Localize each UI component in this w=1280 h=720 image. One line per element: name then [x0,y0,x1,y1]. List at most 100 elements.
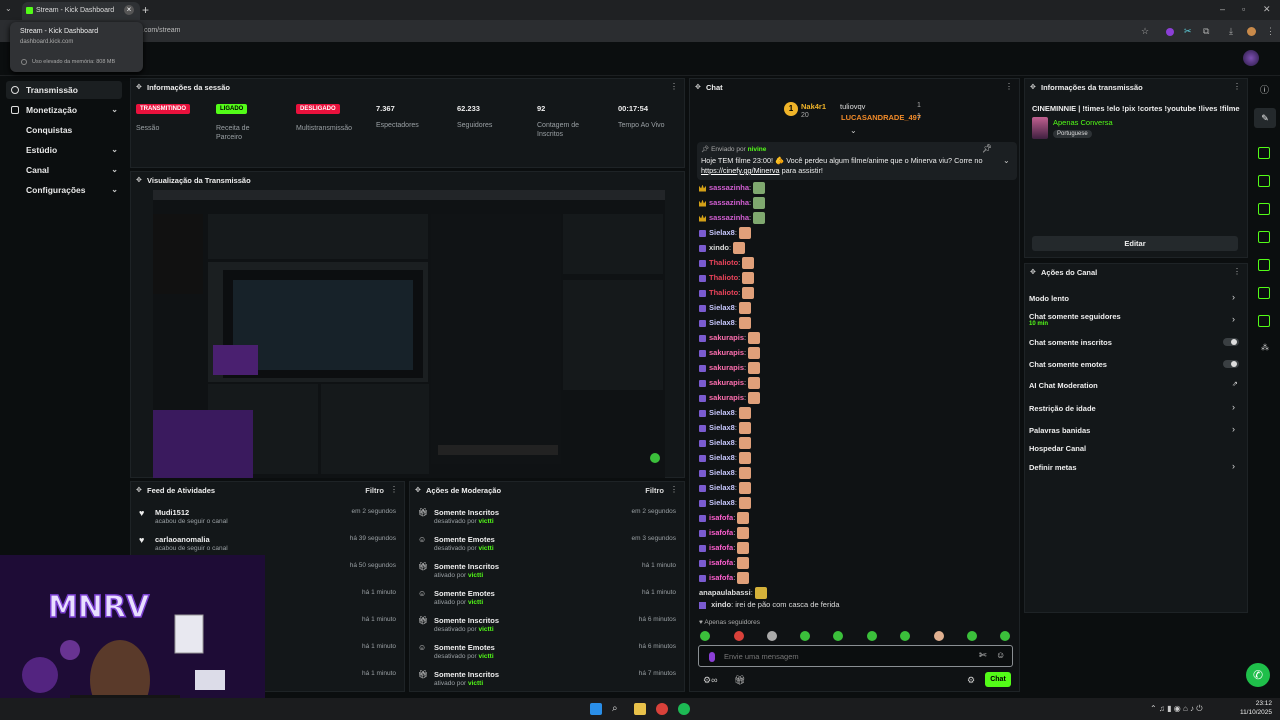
pin-icon[interactable]: 📌︎ [982,144,992,153]
gifter-name[interactable]: LUCASANDRADE_497 [841,113,921,122]
sidebar-item-monetizacao[interactable]: Monetização ⌄ [6,101,122,119]
file-explorer-icon[interactable] [634,703,646,715]
user-avatar[interactable] [1243,50,1259,66]
quick-emote-button[interactable] [1000,631,1010,641]
chat-username[interactable]: sassazinha [709,183,749,192]
url-text[interactable]: .com/stream [142,27,181,34]
rail-tool-icon[interactable] [1258,175,1270,187]
drag-handle-icon[interactable]: ✥ [136,486,142,494]
windows-start-icon[interactable] [590,703,602,715]
expand-leaderboard-icon[interactable]: ⌄ [850,126,857,135]
panel-menu-icon[interactable]: ⋮ [1005,82,1013,91]
spotify-icon[interactable] [678,703,690,715]
action-emotes-only[interactable]: Chat somente emotes [1029,360,1107,369]
drag-handle-icon[interactable]: ✥ [1030,268,1036,276]
chat-username[interactable]: sakurapis [709,378,744,387]
chat-username[interactable]: isafofa [709,528,733,537]
chevron-right-icon[interactable]: › [1232,402,1235,412]
chat-settings-icon[interactable]: ⚙︎ [967,675,975,686]
edit-layout-icon[interactable]: ✎ [1254,108,1276,128]
quick-emote-button[interactable] [734,631,744,641]
quick-emote-button[interactable] [934,631,944,641]
chat-username[interactable]: Sielax8 [709,498,735,507]
chat-username[interactable]: sakurapis [709,333,744,342]
extension-icon[interactable] [1166,28,1174,36]
panel-menu-icon[interactable]: ⋮ [670,485,678,494]
stream-category[interactable]: Apenas Conversa [1053,118,1113,127]
panel-menu-icon[interactable]: ⋮ [1233,82,1241,91]
chat-input[interactable]: Envie uma mensagem ✄ ☺ [698,645,1013,667]
collapse-pinned-icon[interactable]: ⌄ [1003,156,1010,165]
browser-tab[interactable]: Stream - Kick Dashboard [22,2,140,20]
rail-tool-icon[interactable] [1258,147,1270,159]
chat-username[interactable]: isafofa [709,543,733,552]
action-age-restriction[interactable]: Restrição de idade [1029,404,1096,413]
chevron-right-icon[interactable]: › [1232,314,1235,324]
connections-icon[interactable]: ⁂ [1261,343,1269,352]
quick-emote-button[interactable] [800,631,810,641]
tray-icons[interactable]: ⌃ ♫ ▮ ◉ ⌂ ♪ ⏻ [1150,704,1203,714]
maximize-icon[interactable]: ▫ [1242,4,1245,14]
subscribers-only-toggle[interactable] [1223,338,1239,346]
chat-username[interactable]: xindo [711,600,731,609]
quick-emote-button[interactable] [833,631,843,641]
chat-username[interactable]: Thalioto [709,258,738,267]
chat-username[interactable]: Sielax8 [709,408,735,417]
chat-username[interactable]: Sielax8 [709,303,735,312]
minimize-icon[interactable]: – [1220,4,1225,14]
chat-username[interactable]: Thalioto [709,288,738,297]
rail-tool-icon[interactable] [1258,287,1270,299]
tab-search-icon[interactable]: ⌄ [5,4,12,13]
new-tab-icon[interactable]: + [142,3,149,17]
browser-menu-icon[interactable]: ⋮ [1266,26,1275,37]
chrome-icon[interactable] [656,703,668,715]
drag-handle-icon[interactable]: ✥ [136,176,142,184]
mic-icon[interactable] [709,652,715,662]
panel-menu-icon[interactable]: ⋮ [1233,267,1241,276]
chat-username[interactable]: Sielax8 [709,468,735,477]
address-bar[interactable] [0,20,1280,42]
activity-user[interactable]: Mudi1512 [155,508,189,517]
chevron-right-icon[interactable]: › [1232,424,1235,434]
info-icon[interactable]: ⓘ [1260,83,1269,96]
emotes-only-toggle[interactable] [1223,360,1239,368]
category-thumbnail[interactable] [1032,117,1048,139]
support-chat-icon[interactable]: ✆ [1246,663,1270,687]
chat-username[interactable]: sakurapis [709,348,744,357]
action-host-channel[interactable]: Hospedar Canal [1029,444,1086,453]
chat-username[interactable]: isafofa [709,573,733,582]
search-icon[interactable]: ⌕ [612,703,624,715]
rail-tool-icon[interactable] [1258,315,1270,327]
rail-tool-icon[interactable] [1258,231,1270,243]
chat-username[interactable]: Sielax8 [709,228,735,237]
download-icon[interactable]: ⤓ [1229,26,1233,37]
chat-username[interactable]: xindo [709,243,729,252]
action-set-goals[interactable]: Definir metas [1029,463,1077,472]
stream-preview-video[interactable] [153,190,665,478]
quick-emote-button[interactable] [700,631,710,641]
chat-username[interactable]: sakurapis [709,363,744,372]
quick-emote-button[interactable] [767,631,777,641]
drag-handle-icon[interactable]: ✥ [136,83,142,91]
window-close-icon[interactable]: ✕ [1263,4,1271,15]
quick-emote-button[interactable] [867,631,877,641]
sidebar-item-conquistas[interactable]: Conquistas [6,121,122,139]
quick-emote-button[interactable] [900,631,910,641]
extension-icon[interactable]: ✂ [1184,26,1192,37]
gift-icon[interactable]: 🎁︎ [734,675,745,686]
action-banned-words[interactable]: Palavras banidas [1029,426,1090,435]
panel-menu-icon[interactable]: ⋮ [670,82,678,91]
chat-username[interactable]: Sielax8 [709,483,735,492]
quick-emote-button[interactable] [967,631,977,641]
chat-username[interactable]: Sielax8 [709,318,735,327]
rail-tool-icon[interactable] [1258,203,1270,215]
extensions-puzzle-icon[interactable]: ⧉ [1203,26,1209,37]
drag-handle-icon[interactable]: ✥ [415,486,421,494]
chat-username[interactable]: Sielax8 [709,438,735,447]
emoji-icon[interactable]: ☺ [996,650,1005,660]
rail-tool-icon[interactable] [1258,259,1270,271]
sidebar-item-configuracoes[interactable]: Configurações ⌄ [6,181,122,199]
activity-user[interactable]: carlaoanomalia [155,535,210,544]
action-slow-mode[interactable]: Modo lento [1029,294,1069,303]
chevron-right-icon[interactable]: › [1232,461,1235,471]
